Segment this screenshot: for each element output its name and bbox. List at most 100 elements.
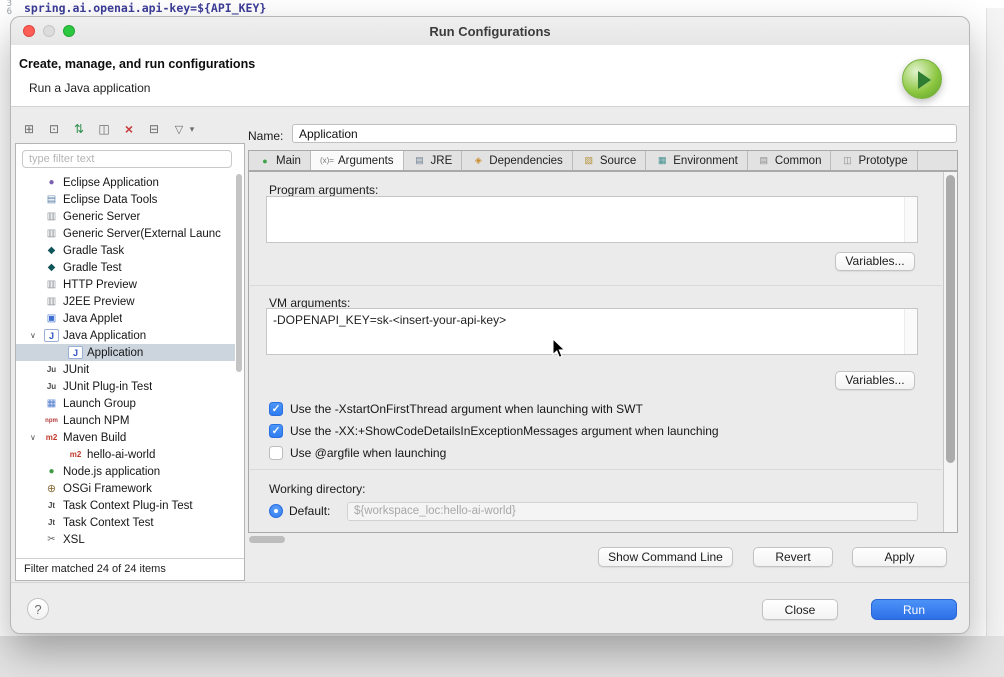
run-button[interactable]: Run bbox=[871, 599, 957, 620]
tab-label: Main bbox=[276, 155, 301, 167]
tree-item-label: Gradle Task bbox=[63, 245, 124, 257]
new-prototype-icon[interactable]: ⊡ bbox=[46, 122, 62, 136]
tab-environment[interactable]: ▦Environment bbox=[646, 151, 748, 170]
tab-content: Program arguments: Variables... VM argum… bbox=[248, 171, 958, 533]
dialog-title: Run Configurations bbox=[11, 24, 969, 39]
main-tab-icon: ● bbox=[258, 155, 272, 167]
tree-item-label: Application bbox=[87, 347, 143, 359]
tree-item-label: XSL bbox=[63, 534, 85, 546]
content-scrollbar[interactable] bbox=[943, 172, 957, 532]
checkbox-row-2[interactable]: Use the -XX:+ShowCodeDetailsInExceptionM… bbox=[269, 423, 719, 439]
apply-button[interactable]: Apply bbox=[852, 547, 947, 567]
tree-item-application[interactable]: J Application bbox=[16, 344, 235, 361]
common-tab-icon: ▤ bbox=[757, 155, 771, 167]
show-command-line-button[interactable]: Show Command Line bbox=[598, 547, 733, 567]
tree-item-label: Task Context Plug-in Test bbox=[63, 500, 193, 512]
tree-item-eclipse-application[interactable]: ●Eclipse Application bbox=[16, 174, 235, 191]
collapse-all-icon[interactable]: ⊟ bbox=[146, 122, 162, 136]
tab-common[interactable]: ▤Common bbox=[748, 151, 832, 170]
tab-label: Dependencies bbox=[489, 155, 563, 167]
tree-item-launch-npm[interactable]: npmLaunch NPM bbox=[16, 412, 235, 429]
background-scrollbar-strip bbox=[986, 8, 1004, 636]
tree-item-eclipse-data-tools[interactable]: ▤Eclipse Data Tools bbox=[16, 191, 235, 208]
tree-item-label: Node.js application bbox=[63, 466, 160, 478]
checkbox-checked-icon[interactable] bbox=[269, 424, 283, 438]
tree-item-java-applet[interactable]: ▣ Java Applet bbox=[16, 310, 235, 327]
tree-item-label: Launch NPM bbox=[63, 415, 129, 427]
tree-item-hello-ai-world[interactable]: m2hello-ai-world bbox=[16, 446, 235, 463]
close-button[interactable]: Close bbox=[762, 599, 838, 620]
tree-item-label: JUnit Plug-in Test bbox=[63, 381, 152, 393]
checkbox-row-1[interactable]: Use the -XstartOnFirstThread argument wh… bbox=[269, 401, 643, 417]
tree-item-j2ee-preview[interactable]: ▥J2EE Preview bbox=[16, 293, 235, 310]
tab-source[interactable]: ▧Source bbox=[573, 151, 646, 170]
tab-label: Arguments bbox=[338, 155, 394, 167]
tree-item-maven-build[interactable]: ∨m2 Maven Build bbox=[16, 429, 235, 446]
horizontal-scrollbar-thumb[interactable] bbox=[249, 536, 285, 543]
tree-item-java-application[interactable]: ∨JJava Application bbox=[16, 327, 235, 344]
tree-item-task-context-plug-in-test[interactable]: JtTask Context Plug-in Test bbox=[16, 497, 235, 514]
tree-item-http-preview[interactable]: ▥HTTP Preview bbox=[16, 276, 235, 293]
filter-icon[interactable]: ▽ bbox=[171, 123, 187, 136]
eclipse-app-icon: ● bbox=[44, 176, 59, 189]
dialog-header: Create, manage, and run configurations R… bbox=[11, 45, 969, 107]
dialog-titlebar[interactable]: Run Configurations bbox=[11, 17, 969, 45]
tree-item-node-js-application[interactable]: ● Node.js application bbox=[16, 463, 235, 480]
content-scrollbar-thumb[interactable] bbox=[946, 175, 955, 463]
duplicate-icon[interactable]: ◫ bbox=[96, 122, 112, 136]
server-icon: ▥ bbox=[44, 227, 59, 240]
tab-prototype[interactable]: ◫Prototype bbox=[831, 151, 917, 170]
chevron-down-icon[interactable]: ∨ bbox=[30, 433, 44, 442]
tree-item-gradle-test[interactable]: ◆Gradle Test bbox=[16, 259, 235, 276]
tree-item-generic-server-external-launc[interactable]: ▥Generic Server(External Launc bbox=[16, 225, 235, 242]
export-config-icon[interactable]: ⇅ bbox=[71, 122, 87, 136]
tree-item-junit[interactable]: JuJUnit bbox=[16, 361, 235, 378]
editor-line-numbers: 3 6 bbox=[2, 0, 12, 16]
java-app-icon: J bbox=[68, 346, 83, 359]
new-config-icon[interactable]: ⊞ bbox=[21, 122, 37, 136]
tree-item-label: Maven Build bbox=[63, 432, 126, 444]
working-directory-field[interactable]: ${workspace_loc:hello-ai-world} bbox=[347, 502, 918, 521]
tree-scrollbar[interactable] bbox=[236, 174, 242, 372]
tab-jre[interactable]: ▤JRE bbox=[404, 151, 463, 170]
tree-item-xsl[interactable]: ✂XSL bbox=[16, 531, 235, 548]
chevron-down-icon[interactable]: ∨ bbox=[30, 331, 44, 340]
tab-main[interactable]: ● Main bbox=[249, 151, 311, 170]
checkbox-row-3[interactable]: Use @argfile when launching bbox=[269, 445, 446, 461]
help-button[interactable]: ? bbox=[27, 598, 49, 620]
tree-item-gradle-task[interactable]: ◆Gradle Task bbox=[16, 242, 235, 259]
tree-item-label: Java Applet bbox=[63, 313, 122, 325]
delete-icon[interactable]: × bbox=[121, 121, 137, 137]
filter-status: Filter matched 24 of 24 items bbox=[16, 558, 244, 580]
tree-item-launch-group[interactable]: ▦Launch Group bbox=[16, 395, 235, 412]
tab-label: Environment bbox=[673, 155, 738, 167]
tab-arguments[interactable]: (x)= Arguments bbox=[311, 151, 404, 170]
radio-selected-icon[interactable] bbox=[269, 504, 283, 518]
checkbox-label: Use the -XX:+ShowCodeDetailsInExceptionM… bbox=[290, 424, 719, 438]
tree-item-label: J2EE Preview bbox=[63, 296, 135, 308]
node-icon: ● bbox=[44, 465, 59, 478]
tab-dependencies[interactable]: ◈Dependencies bbox=[462, 151, 573, 170]
tree-item-osgi-framework[interactable]: ⊕OSGi Framework bbox=[16, 480, 235, 497]
maven-icon: m2 bbox=[44, 431, 59, 444]
tree-item-generic-server[interactable]: ▥Generic Server bbox=[16, 208, 235, 225]
revert-button[interactable]: Revert bbox=[753, 547, 833, 567]
arguments-tab-icon: (x)= bbox=[320, 155, 334, 167]
default-radio-label: Default: bbox=[289, 504, 330, 518]
tree-item-label: Generic Server bbox=[63, 211, 140, 223]
checkbox-unchecked-icon[interactable] bbox=[269, 446, 283, 460]
filter-input[interactable] bbox=[22, 150, 232, 168]
background-bottom-band bbox=[0, 636, 1004, 677]
tree-item-label: OSGi Framework bbox=[63, 483, 152, 495]
tree-item-task-context-test[interactable]: JtTask Context Test bbox=[16, 514, 235, 531]
checkbox-checked-icon[interactable] bbox=[269, 402, 283, 416]
name-input[interactable] bbox=[292, 124, 957, 143]
tree-item-label: hello-ai-world bbox=[87, 449, 155, 461]
launch-group-icon: ▦ bbox=[44, 397, 59, 410]
filter-caret-icon[interactable]: ▾ bbox=[188, 124, 196, 135]
tree-item-junit-plug-in-test[interactable]: JuJUnit Plug-in Test bbox=[16, 378, 235, 395]
java-applet-icon: ▣ bbox=[44, 312, 59, 325]
editor-line-number: 6 bbox=[2, 8, 12, 16]
default-radio-row[interactable]: Default: bbox=[269, 503, 330, 519]
gradle-icon: ◆ bbox=[44, 261, 59, 274]
